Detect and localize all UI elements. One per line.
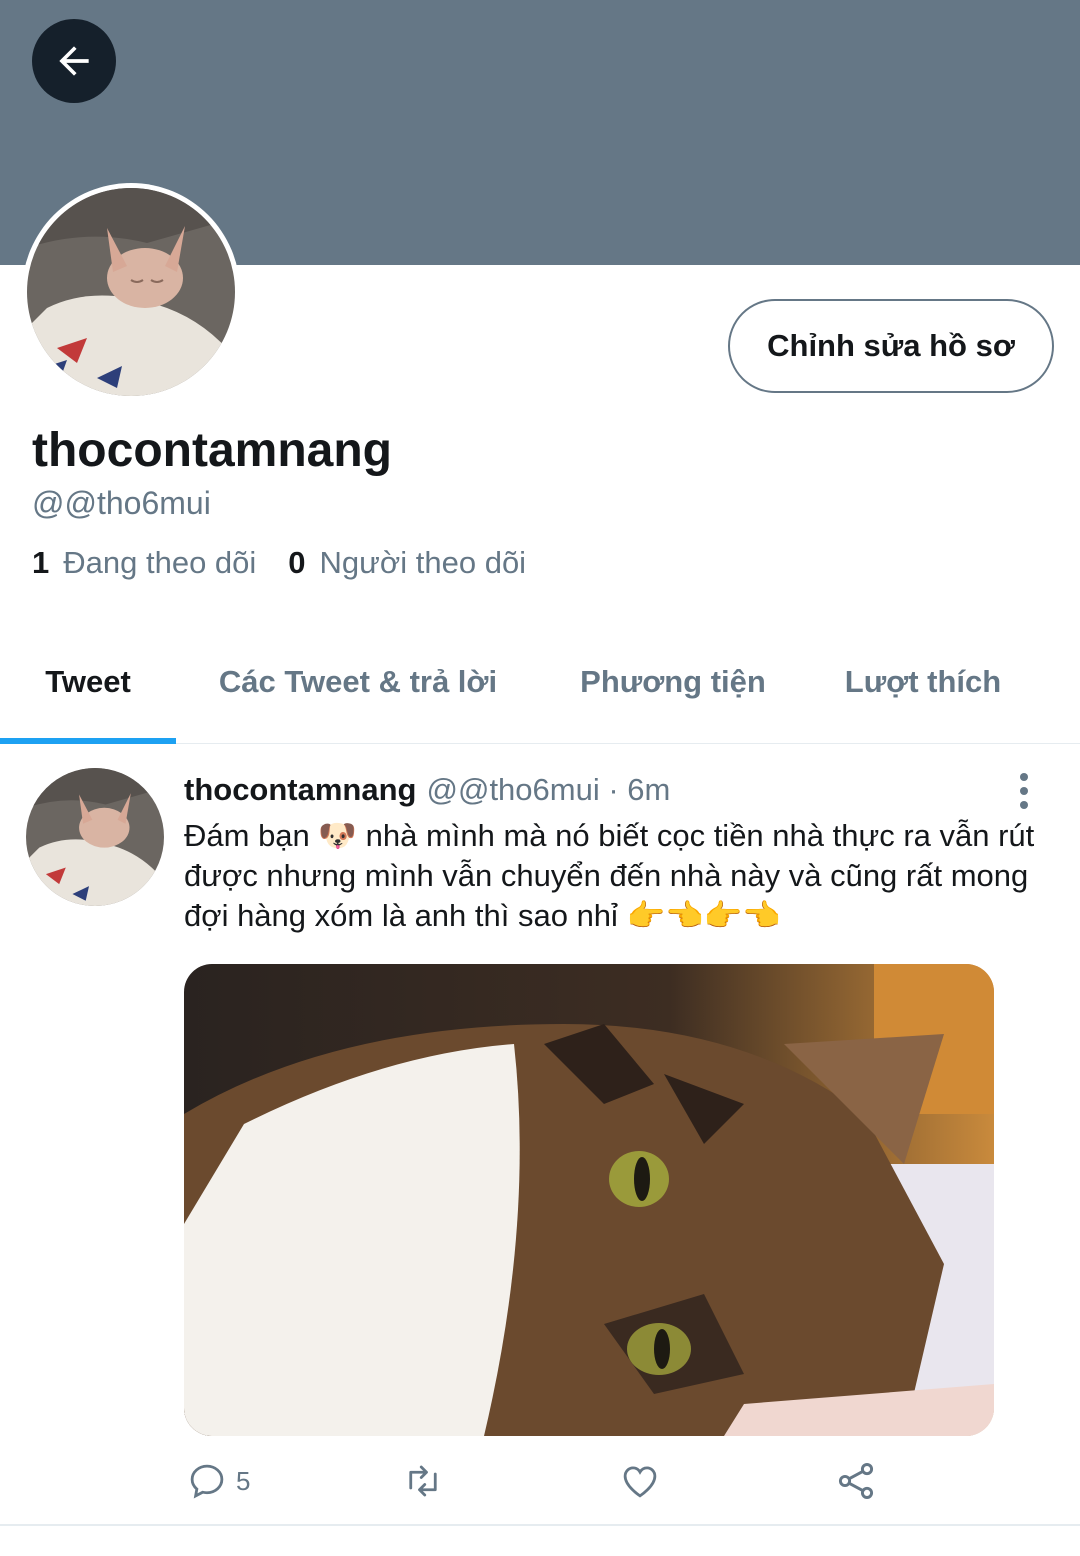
share-button[interactable] xyxy=(834,1456,878,1506)
retweet-button[interactable] xyxy=(400,1456,446,1506)
more-vertical-icon xyxy=(1020,773,1028,781)
profile-avatar[interactable] xyxy=(22,183,240,401)
back-button[interactable] xyxy=(32,19,116,103)
followers-label: Người theo dõi xyxy=(319,545,527,580)
like-icon xyxy=(623,1466,657,1498)
reply-count: 5 xyxy=(236,1465,251,1496)
following-label: Đang theo dõi xyxy=(63,545,257,580)
tweet-avatar[interactable] xyxy=(26,768,164,906)
following-link[interactable]: 1 Đang theo dõi xyxy=(32,545,256,581)
tweet-card[interactable]: thocontamnang @@tho6mui · 6m Đám bạn 🐶 n… xyxy=(0,746,1080,1526)
tweet-author-name[interactable]: thocontamnang xyxy=(184,772,417,808)
active-tab-indicator xyxy=(0,738,176,744)
like-button[interactable] xyxy=(618,1456,662,1506)
reply-button[interactable]: 5 xyxy=(186,1456,250,1506)
profile-handle: @@tho6mui xyxy=(32,485,211,521)
following-count: 1 xyxy=(32,545,50,580)
tweet-meta: @@tho6mui · 6m xyxy=(426,772,671,807)
profile-tabs: Tweet Các Tweet & trả lời Phương tiện Lư… xyxy=(0,620,1080,744)
edit-profile-button[interactable]: Chỉnh sửa hồ sơ xyxy=(728,299,1054,393)
tab-tweets-and-replies[interactable]: Các Tweet & trả lời xyxy=(186,620,530,744)
retweet-icon xyxy=(409,1465,437,1497)
reply-icon xyxy=(190,1464,224,1499)
tab-likes[interactable]: Lượt thích xyxy=(818,620,1028,744)
more-options-button[interactable] xyxy=(1004,768,1044,814)
followers-count: 0 xyxy=(288,545,306,580)
followers-link[interactable]: 0 Người theo dõi xyxy=(288,545,526,581)
follow-stats: 1 Đang theo dõi 0 Người theo dõi xyxy=(32,545,558,581)
tab-tweets[interactable]: Tweet xyxy=(0,620,176,744)
tweet-text: Đám bạn 🐶 nhà mình mà nó biết cọc tiền n… xyxy=(184,818,1035,933)
share-icon xyxy=(838,1463,874,1499)
tweet-media-image[interactable] xyxy=(184,964,994,1436)
tab-media[interactable]: Phương tiện xyxy=(548,620,798,744)
tweet-header: thocontamnang @@tho6mui · 6m xyxy=(184,772,670,808)
back-arrow-icon xyxy=(59,46,89,76)
tweet-actions: 5 xyxy=(0,1456,1080,1506)
profile-display-name: thocontamnang xyxy=(32,424,392,477)
